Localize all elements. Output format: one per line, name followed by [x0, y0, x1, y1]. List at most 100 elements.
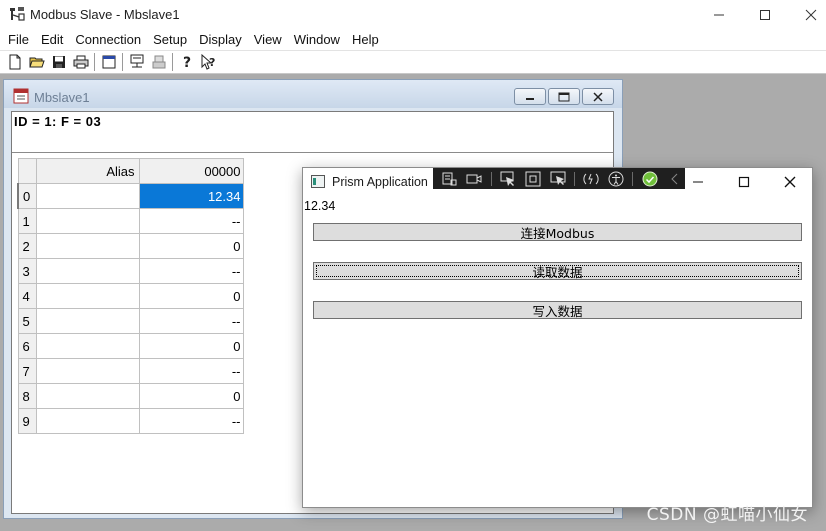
read-data-button[interactable]: 读取数据 [313, 262, 802, 280]
alias-column-header[interactable]: Alias [35, 158, 140, 184]
menu-window[interactable]: Window [288, 30, 346, 50]
row-index: 4 [17, 283, 37, 309]
value-cell[interactable]: -- [138, 308, 244, 334]
write-data-button[interactable]: 写入数据 [313, 301, 802, 319]
menu-display[interactable]: Display [193, 30, 248, 50]
address-column-header[interactable]: 00000 [138, 158, 244, 184]
alias-cell[interactable] [35, 308, 140, 334]
toolbar-separator [122, 53, 124, 71]
minimize-icon [714, 14, 724, 16]
track-focus-button[interactable] [547, 169, 568, 189]
monitor-icon [130, 54, 144, 68]
select-element-button[interactable] [498, 169, 519, 189]
menu-connection[interactable]: Connection [69, 30, 147, 50]
write-data-label: 写入数据 [532, 303, 583, 319]
alias-cell[interactable] [35, 208, 140, 234]
row-index: 9 [17, 408, 37, 434]
monitor-button[interactable] [126, 51, 148, 73]
connect-modbus-button[interactable]: 连接Modbus [313, 223, 802, 241]
device-icon [152, 55, 166, 69]
table-row[interactable]: 7 -- [17, 358, 244, 384]
live-visual-tree-button[interactable] [439, 169, 460, 189]
print-icon [73, 55, 89, 69]
save-button[interactable] [48, 51, 70, 73]
row-index: 6 [17, 333, 37, 359]
svg-text:?: ? [183, 55, 191, 70]
value-cell[interactable]: 0 [138, 233, 244, 259]
child-minimize-button[interactable] [514, 88, 546, 105]
slave-id-function-label: ID = 1: F = 03 [14, 114, 102, 129]
table-row[interactable]: 2 0 [17, 233, 244, 259]
minimize-button[interactable] [696, 0, 742, 30]
help-button[interactable]: ? [176, 51, 198, 73]
xaml-debug-toolbar [433, 168, 685, 189]
alias-cell[interactable] [35, 283, 140, 309]
hot-reload-icon [583, 173, 599, 184]
menu-edit[interactable]: Edit [35, 30, 69, 50]
table-row[interactable]: 3 -- [17, 258, 244, 284]
alias-cell[interactable] [35, 233, 140, 259]
child-restore-button[interactable] [548, 88, 580, 105]
print-button[interactable] [70, 51, 92, 73]
value-cell[interactable]: -- [138, 258, 244, 284]
table-row[interactable]: 8 0 [17, 383, 244, 409]
value-cell-selected[interactable]: 12.34 [138, 183, 244, 209]
toolbar-separator [490, 171, 492, 186]
child-close-button[interactable] [582, 88, 614, 105]
read-data-label: 读取数据 [532, 264, 583, 280]
table-row[interactable]: 9 -- [17, 408, 244, 434]
register-grid[interactable]: Alias 00000 0 12.34 1 -- 2 0 3 -- 4 0 5 … [17, 158, 244, 434]
modbus-slave-window: Modbus Slave - Mbslave1 File Edit Connec… [0, 0, 826, 531]
device-button[interactable] [148, 51, 170, 73]
watermark-text: CSDN @虹喵小仙女 [646, 505, 808, 525]
table-row[interactable]: 5 -- [17, 308, 244, 334]
alias-cell[interactable] [35, 383, 140, 409]
table-row[interactable]: 6 0 [17, 333, 244, 359]
table-row[interactable]: 1 -- [17, 208, 244, 234]
accessibility-button[interactable] [606, 169, 627, 189]
prism-close-button[interactable] [767, 168, 813, 196]
row-index: 3 [17, 258, 37, 284]
window-button[interactable] [98, 51, 120, 73]
value-cell[interactable]: -- [138, 208, 244, 234]
prism-maximize-button[interactable] [721, 168, 767, 196]
table-row[interactable]: 4 0 [17, 283, 244, 309]
new-document-icon [9, 54, 21, 70]
menu-file[interactable]: File [2, 30, 35, 50]
context-help-icon: ? [201, 54, 215, 70]
menu-help[interactable]: Help [346, 30, 385, 50]
open-button[interactable] [26, 51, 48, 73]
value-cell[interactable]: 0 [138, 333, 244, 359]
prism-title-bar: Prism Application [303, 168, 812, 196]
accessibility-icon [608, 171, 624, 186]
table-row[interactable]: 0 12.34 [17, 183, 244, 209]
alias-cell[interactable] [35, 183, 140, 209]
child-title: Mbslave1 [34, 90, 90, 105]
maximize-button[interactable] [742, 0, 788, 30]
row-index: 1 [17, 208, 37, 234]
new-button[interactable] [4, 51, 26, 73]
adorner-icon [525, 171, 541, 186]
context-help-button[interactable]: ? [198, 51, 220, 73]
help-icon: ? [183, 55, 191, 70]
record-button[interactable] [464, 169, 485, 189]
close-button[interactable] [788, 0, 826, 30]
binding-status-button[interactable] [639, 169, 660, 189]
value-cell[interactable]: -- [138, 358, 244, 384]
menu-view[interactable]: View [248, 30, 288, 50]
row-index: 7 [17, 358, 37, 384]
alias-cell[interactable] [35, 258, 140, 284]
toolbar-separator [172, 53, 174, 71]
value-cell[interactable]: -- [138, 408, 244, 434]
value-cell[interactable]: 0 [138, 283, 244, 309]
prism-minimize-button[interactable] [675, 168, 721, 196]
alias-cell[interactable] [35, 358, 140, 384]
value-cell[interactable]: 0 [138, 383, 244, 409]
maximize-icon [760, 10, 770, 20]
alias-cell[interactable] [35, 408, 140, 434]
window-icon [102, 55, 116, 69]
layout-adorners-button[interactable] [522, 169, 543, 189]
menu-setup[interactable]: Setup [147, 30, 193, 50]
alias-cell[interactable] [35, 333, 140, 359]
hot-reload-button[interactable] [581, 169, 602, 189]
